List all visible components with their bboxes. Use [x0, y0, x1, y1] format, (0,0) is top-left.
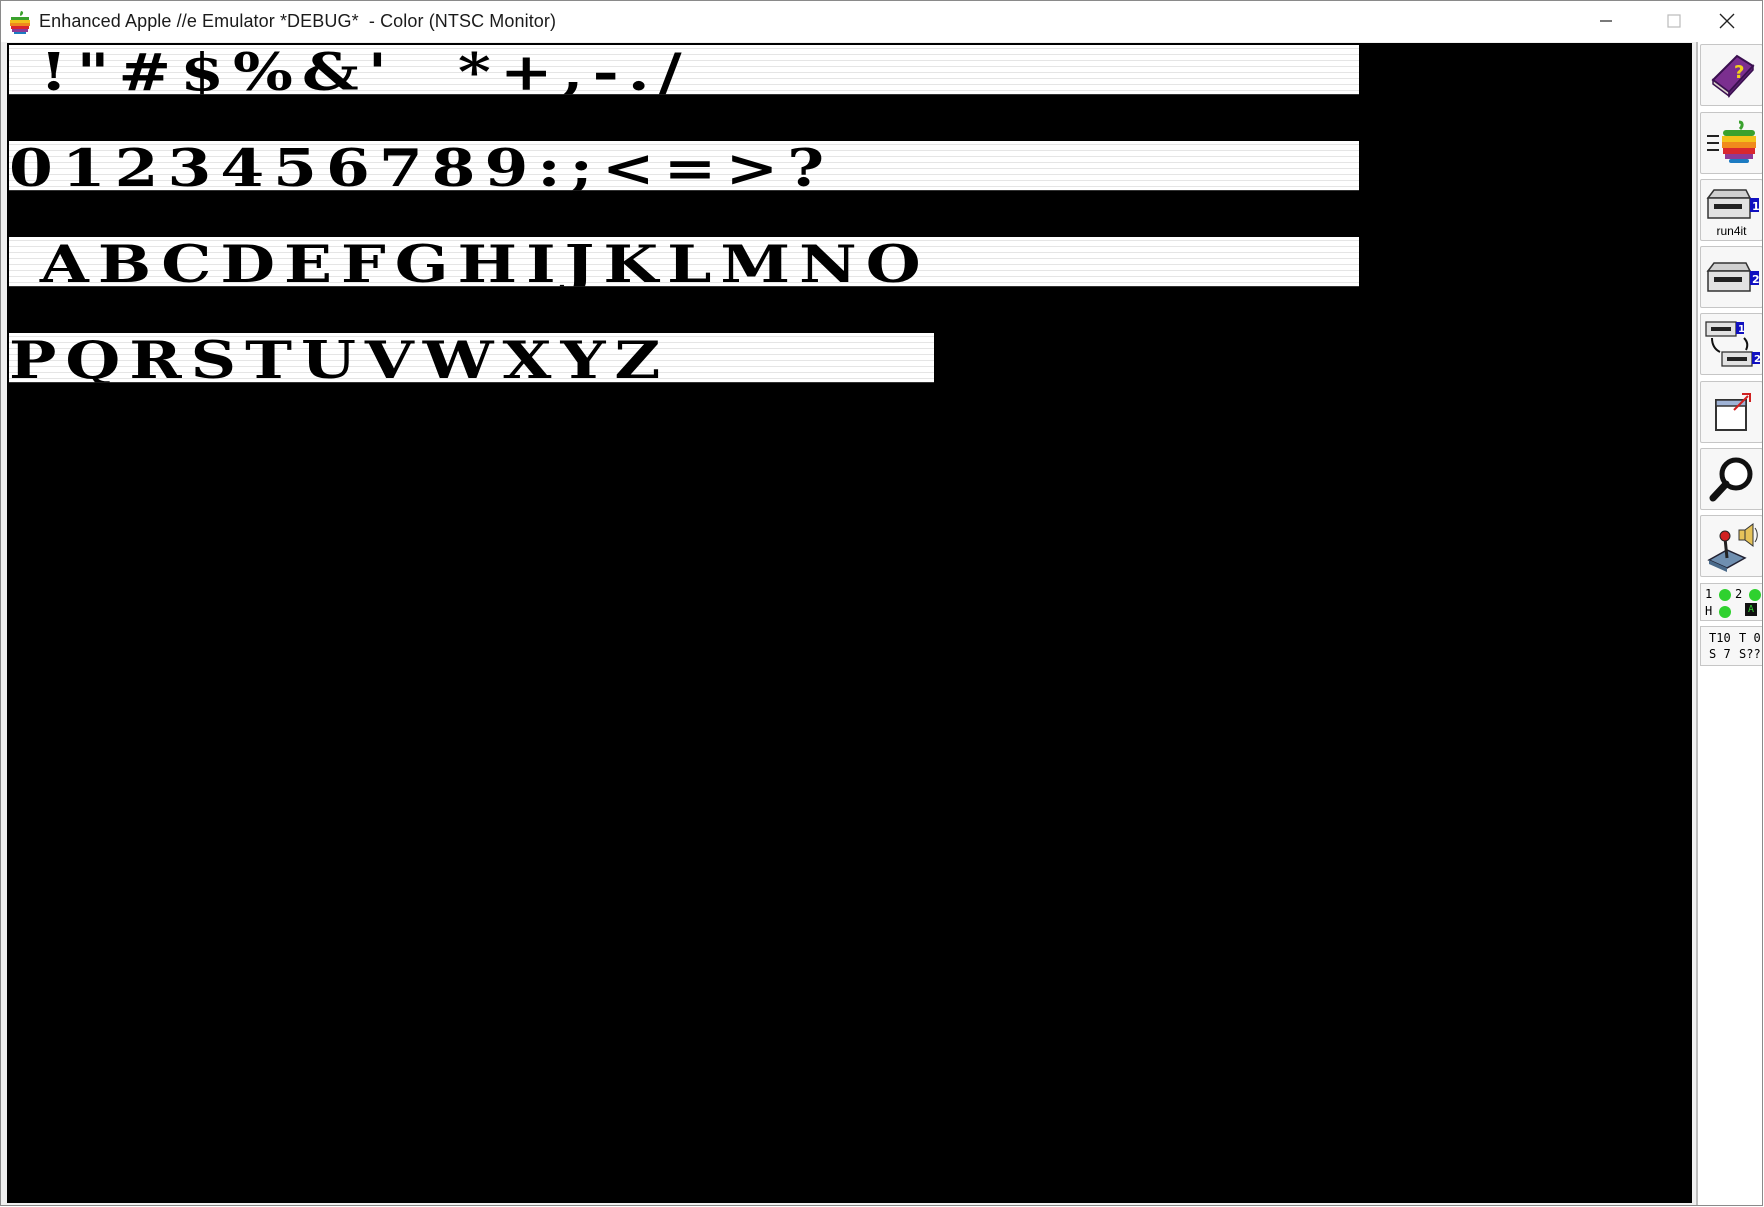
svg-text:2: 2: [1754, 354, 1760, 365]
emulator-window: Enhanced Apple //e Emulator *DEBUG* - Co…: [0, 0, 1763, 1206]
swap-drives-icon: 1 2: [1704, 321, 1760, 367]
title-bar[interactable]: Enhanced Apple //e Emulator *DEBUG* - Co…: [1, 1, 1762, 42]
apple-logo-icon: [9, 10, 31, 34]
caps-lock-indicator: A: [1745, 603, 1757, 616]
drive1-led-label: 1: [1705, 587, 1713, 601]
settings-button[interactable]: [1700, 515, 1762, 577]
disk-drive-1-icon: 1: [1706, 189, 1760, 219]
track1-text: T10: [1709, 631, 1731, 645]
sector1-text: S 7: [1709, 647, 1731, 661]
svg-text:?: ?: [1734, 62, 1744, 83]
svg-text:1: 1: [1752, 200, 1760, 213]
hdd-led: [1719, 605, 1732, 618]
minimize-icon: [1600, 20, 1612, 22]
drive2-led-label: 2: [1735, 587, 1743, 601]
close-icon: [1719, 13, 1735, 29]
screen-row-2: 0123456789:;<=>?: [9, 141, 1359, 191]
track-sector-display: T10 T 0 S 7 S??: [1700, 626, 1762, 666]
screen-row-3: ABCDEFGHIJKLMNO: [9, 237, 1359, 287]
hdd-led-label: H: [1705, 604, 1713, 618]
minimize-button[interactable]: [1572, 1, 1640, 41]
drive2-led: [1749, 588, 1762, 601]
drive1-label: run4it: [1716, 224, 1747, 238]
screen-row-4: PQRSTUVWXYZ: [9, 333, 934, 383]
fullscreen-icon: [1714, 393, 1751, 431]
joystick-speaker-icon: [1706, 523, 1758, 572]
drive1-led: [1719, 588, 1732, 601]
emulator-screen[interactable]: !"#$%&' *+,-./ 0123456789:;<=>? ABCDEFGH…: [7, 43, 1692, 1203]
close-button[interactable]: [1692, 1, 1762, 41]
debugger-button[interactable]: [1700, 448, 1762, 510]
run-button[interactable]: [1700, 112, 1762, 174]
screen-row-1: !"#$%&' *+,-./: [9, 45, 1359, 95]
sector2-text: S??: [1739, 647, 1761, 661]
drive2-button[interactable]: 2: [1700, 246, 1762, 308]
magnifier-icon: [1709, 457, 1752, 502]
fullscreen-button[interactable]: [1700, 381, 1762, 443]
swap-drives-button[interactable]: 1 2: [1700, 313, 1762, 375]
drive-status-leds: 1 2 H A: [1700, 583, 1762, 621]
maximize-icon: [1667, 14, 1681, 28]
emulator-toolbar: ? 1 run4it 2 1 1 2 H A T10 T 0 S 7 S??: [1696, 42, 1762, 1205]
help-button[interactable]: ?: [1700, 44, 1762, 106]
window-title: Enhanced Apple //e Emulator *DEBUG* - Co…: [39, 11, 557, 31]
scanline-overlay: [7, 43, 1692, 1203]
apple-run-icon: [1706, 120, 1756, 163]
svg-text:2: 2: [1752, 273, 1760, 286]
track2-text: T 0: [1739, 631, 1761, 645]
svg-text:1: 1: [1738, 324, 1745, 335]
disk-drive-2-icon: 2: [1706, 262, 1760, 292]
help-book-icon: ?: [1710, 54, 1755, 98]
drive1-button[interactable]: 1 run4it: [1700, 179, 1762, 241]
